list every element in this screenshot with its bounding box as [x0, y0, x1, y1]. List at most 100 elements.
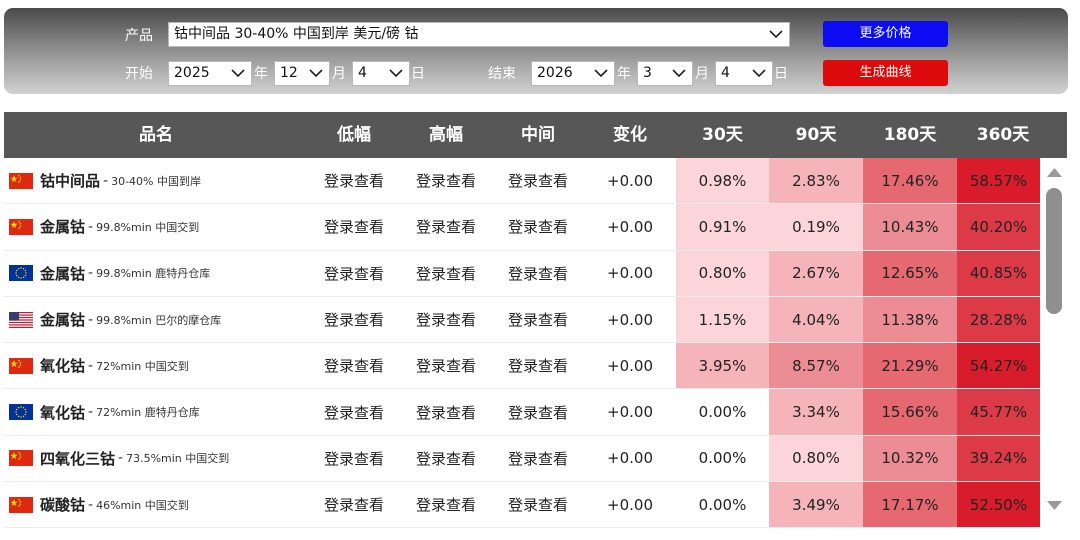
table-row[interactable]: 金属钴 -99.8%min 鹿特丹仓库 登录查看 登录查看 登录查看 +0.00…	[4, 250, 1040, 297]
scroll-down-icon[interactable]	[1046, 500, 1063, 512]
end-month-select[interactable]: 3	[637, 61, 693, 86]
login-to-view-link[interactable]: 登录查看	[508, 263, 568, 284]
end-day-select[interactable]: 4	[715, 61, 773, 86]
chevron-down-icon	[752, 69, 766, 78]
low-cell[interactable]: 登录查看	[308, 158, 400, 203]
login-to-view-link[interactable]: 登录查看	[508, 402, 568, 423]
change-30d-cell: 0.00%	[676, 482, 769, 528]
low-cell[interactable]: 登录查看	[308, 251, 400, 296]
change-30d-value: 0.91%	[698, 217, 747, 236]
low-cell[interactable]: 登录查看	[308, 436, 400, 481]
login-to-view-link[interactable]: 登录查看	[416, 355, 476, 376]
login-to-view-link[interactable]: 登录查看	[416, 263, 476, 284]
product-spec: -73.5%min 中国交到	[118, 450, 230, 467]
login-to-view-link[interactable]: 登录查看	[324, 448, 384, 469]
high-cell[interactable]: 登录查看	[400, 158, 492, 203]
change-30d-cell: 1.15%	[676, 296, 769, 343]
change-180d-cell: 17.46%	[863, 158, 957, 204]
login-to-view-link[interactable]: 登录查看	[324, 216, 384, 237]
change-90d-value: 3.34%	[792, 403, 840, 422]
product-select[interactable]: 钴中间品 30-40% 中国到岸 美元/磅 钴	[168, 22, 790, 47]
product-spec: -72%min 鹿特丹仓库	[88, 404, 200, 421]
product-name: 氧化钴	[40, 357, 86, 376]
login-to-view-link[interactable]: 登录查看	[508, 170, 568, 191]
table-row[interactable]: 金属钴 -99.8%min 中国交到 登录查看 登录查看 登录查看 +0.00 …	[4, 204, 1040, 251]
mid-cell[interactable]: 登录查看	[492, 204, 584, 249]
low-cell[interactable]: 登录查看	[308, 343, 400, 388]
login-to-view-link[interactable]: 登录查看	[416, 170, 476, 191]
table-row[interactable]: 碳酸钴 -46%min 中国交到 登录查看 登录查看 登录查看 +0.00 0.…	[4, 482, 1040, 529]
login-to-view-link[interactable]: 登录查看	[416, 494, 476, 515]
login-to-view-link[interactable]: 登录查看	[416, 309, 476, 330]
login-to-view-link[interactable]: 登录查看	[324, 355, 384, 376]
start-month-select[interactable]: 12	[274, 61, 330, 86]
login-to-view-link[interactable]: 登录查看	[324, 309, 384, 330]
change-360d-value: 45.77%	[969, 403, 1028, 422]
end-year-unit: 年	[617, 66, 631, 82]
low-cell[interactable]: 登录查看	[308, 297, 400, 342]
login-to-view-link[interactable]: 登录查看	[508, 448, 568, 469]
login-to-view-link[interactable]: 登录查看	[324, 494, 384, 515]
us-flag-icon	[9, 311, 33, 328]
generate-curve-button[interactable]: 生成曲线	[823, 60, 948, 86]
change-30d-value: 0.00%	[698, 495, 747, 514]
login-to-view-link[interactable]: 登录查看	[508, 309, 568, 330]
high-cell[interactable]: 登录查看	[400, 389, 492, 434]
login-to-view-link[interactable]: 登录查看	[508, 355, 568, 376]
start-year-select[interactable]: 2025	[168, 61, 252, 86]
high-cell[interactable]: 登录查看	[400, 343, 492, 388]
start-label: 开始	[125, 66, 153, 82]
change-value: +0.00	[607, 171, 653, 190]
mid-cell[interactable]: 登录查看	[492, 158, 584, 203]
change-180d-value: 11.38%	[881, 310, 939, 329]
high-cell[interactable]: 登录查看	[400, 436, 492, 481]
table-row[interactable]: 钴中间品 -30-40% 中国到岸 登录查看 登录查看 登录查看 +0.00 0…	[4, 158, 1040, 205]
low-cell[interactable]: 登录查看	[308, 482, 400, 527]
scroll-up-icon[interactable]	[1046, 166, 1063, 178]
mid-cell[interactable]: 登录查看	[492, 343, 584, 388]
table-row[interactable]: 氧化钴 -72%min 鹿特丹仓库 登录查看 登录查看 登录查看 +0.00 0…	[4, 389, 1040, 436]
change-value: +0.00	[607, 217, 653, 236]
column-header-mid: 中间	[521, 125, 555, 145]
high-cell[interactable]: 登录查看	[400, 251, 492, 296]
table-row[interactable]: 金属钴 -99.8%min 巴尔的摩仓库 登录查看 登录查看 登录查看 +0.0…	[4, 296, 1040, 344]
login-to-view-link[interactable]: 登录查看	[416, 402, 476, 423]
login-to-view-link[interactable]: 登录查看	[324, 402, 384, 423]
login-to-view-link[interactable]: 登录查看	[416, 216, 476, 237]
table-row[interactable]: 氧化钴 -72%min 中国交到 登录查看 登录查看 登录查看 +0.00 3.…	[4, 343, 1040, 390]
change-90d-cell: 0.19%	[769, 204, 863, 250]
login-to-view-link[interactable]: 登录查看	[324, 263, 384, 284]
login-to-view-link[interactable]: 登录查看	[508, 494, 568, 515]
scrollbar-thumb[interactable]	[1046, 188, 1062, 314]
column-header-180d: 180天	[883, 125, 937, 145]
table-scrollbar[interactable]	[1042, 158, 1067, 522]
start-day-value: 4	[358, 65, 367, 81]
change-90d-value: 8.57%	[792, 356, 840, 375]
table-row[interactable]: 四氧化三钴 -73.5%min 中国交到 登录查看 登录查看 登录查看 +0.0…	[4, 435, 1040, 483]
end-month-unit: 月	[695, 66, 709, 82]
change-value: +0.00	[607, 449, 653, 468]
change-cell: +0.00	[584, 158, 676, 203]
low-cell[interactable]: 登录查看	[308, 389, 400, 434]
login-to-view-link[interactable]: 登录查看	[416, 448, 476, 469]
start-day-select[interactable]: 4	[352, 61, 410, 86]
end-year-select[interactable]: 2026	[531, 61, 615, 86]
end-day-value: 4	[721, 65, 730, 81]
mid-cell[interactable]: 登录查看	[492, 251, 584, 296]
product-name: 金属钴	[40, 218, 86, 237]
mid-cell[interactable]: 登录查看	[492, 436, 584, 481]
mid-cell[interactable]: 登录查看	[492, 482, 584, 527]
low-cell[interactable]: 登录查看	[308, 204, 400, 249]
change-30d-value: 0.80%	[698, 264, 747, 283]
more-prices-button[interactable]: 更多价格	[823, 21, 948, 47]
high-cell[interactable]: 登录查看	[400, 204, 492, 249]
login-to-view-link[interactable]: 登录查看	[508, 216, 568, 237]
mid-cell[interactable]: 登录查看	[492, 389, 584, 434]
login-to-view-link[interactable]: 登录查看	[324, 170, 384, 191]
change-180d-cell: 12.65%	[863, 250, 957, 296]
mid-cell[interactable]: 登录查看	[492, 297, 584, 342]
high-cell[interactable]: 登录查看	[400, 482, 492, 527]
high-cell[interactable]: 登录查看	[400, 297, 492, 342]
change-180d-cell: 21.29%	[863, 343, 957, 389]
chevron-down-icon	[231, 69, 245, 78]
